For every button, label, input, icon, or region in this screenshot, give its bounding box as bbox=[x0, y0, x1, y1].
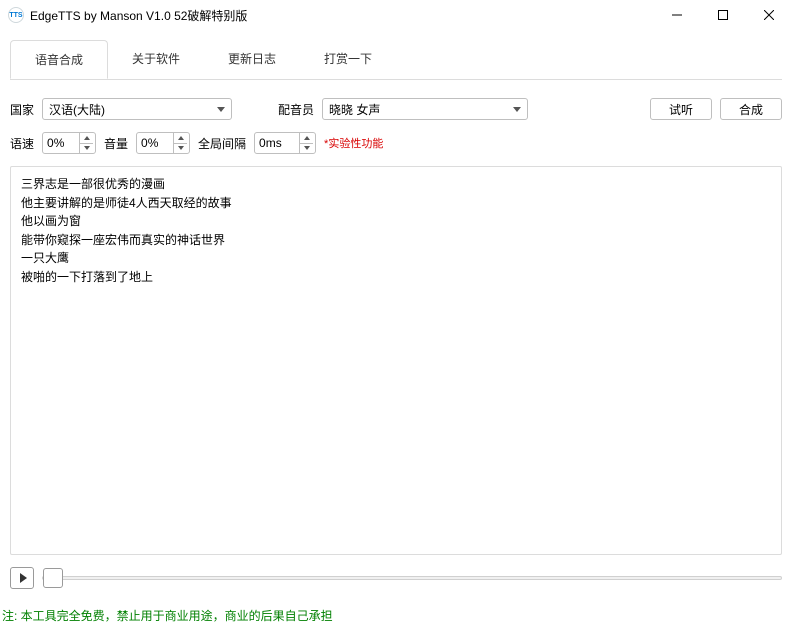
play-button[interactable] bbox=[10, 567, 34, 589]
gap-input[interactable] bbox=[255, 136, 299, 150]
progress-track[interactable] bbox=[42, 576, 782, 580]
rate-spinner[interactable] bbox=[42, 132, 96, 154]
minimize-icon bbox=[672, 10, 682, 20]
footer-label: 注: bbox=[2, 609, 17, 623]
volume-down[interactable] bbox=[174, 144, 187, 154]
volume-input[interactable] bbox=[137, 136, 173, 150]
voice-value: 晓晓 女声 bbox=[329, 101, 380, 118]
arrow-down-icon bbox=[178, 146, 184, 150]
close-button[interactable] bbox=[746, 0, 792, 30]
tab-donate[interactable]: 打赏一下 bbox=[300, 40, 396, 78]
synth-button[interactable]: 合成 bbox=[720, 98, 782, 120]
window-title: EdgeTTS by Manson V1.0 52破解特别版 bbox=[30, 7, 654, 24]
volume-spinner[interactable] bbox=[136, 132, 190, 154]
maximize-button[interactable] bbox=[700, 0, 746, 30]
tab-bar: 语音合成 关于软件 更新日志 打赏一下 bbox=[0, 30, 792, 79]
close-icon bbox=[764, 10, 774, 20]
country-value: 汉语(大陆) bbox=[49, 101, 105, 118]
rate-input[interactable] bbox=[43, 136, 79, 150]
text-input[interactable] bbox=[21, 175, 771, 546]
arrow-up-icon bbox=[84, 136, 90, 140]
gap-label: 全局间隔 bbox=[198, 135, 246, 152]
minimize-button[interactable] bbox=[654, 0, 700, 30]
arrow-down-icon bbox=[304, 146, 310, 150]
preview-button[interactable]: 试听 bbox=[650, 98, 712, 120]
player-row bbox=[10, 567, 782, 589]
volume-label: 音量 bbox=[104, 135, 128, 152]
rate-label: 语速 bbox=[10, 135, 34, 152]
arrow-up-icon bbox=[178, 136, 184, 140]
app-icon: TTS bbox=[8, 7, 24, 23]
chevron-down-icon bbox=[217, 107, 225, 112]
tab-tts[interactable]: 语音合成 bbox=[10, 40, 108, 79]
text-area-wrap bbox=[10, 166, 782, 555]
row-params: 语速 音量 全局间隔 *实验性功能 bbox=[10, 132, 782, 154]
country-select[interactable]: 汉语(大陆) bbox=[42, 98, 232, 120]
tab-content: 国家 汉语(大陆) 配音员 晓晓 女声 试听 合成 语速 音量 bbox=[10, 79, 782, 603]
rate-up[interactable] bbox=[80, 133, 93, 144]
voice-select[interactable]: 晓晓 女声 bbox=[322, 98, 528, 120]
rate-down[interactable] bbox=[80, 144, 93, 154]
chevron-down-icon bbox=[513, 107, 521, 112]
row-selects: 国家 汉语(大陆) 配音员 晓晓 女声 试听 合成 bbox=[10, 98, 782, 120]
gap-spinner[interactable] bbox=[254, 132, 316, 154]
volume-up[interactable] bbox=[174, 133, 187, 144]
gap-up[interactable] bbox=[300, 133, 313, 144]
footer-text: 本工具完全免费，禁止用于商业用途，商业的后果自己承担 bbox=[17, 609, 332, 623]
progress-thumb[interactable] bbox=[43, 568, 63, 588]
titlebar: TTS EdgeTTS by Manson V1.0 52破解特别版 bbox=[0, 0, 792, 30]
window-controls bbox=[654, 0, 792, 30]
tab-changelog[interactable]: 更新日志 bbox=[204, 40, 300, 78]
gap-down[interactable] bbox=[300, 144, 313, 154]
experimental-note: *实验性功能 bbox=[324, 135, 383, 151]
arrow-up-icon bbox=[304, 136, 310, 140]
country-label: 国家 bbox=[10, 101, 34, 118]
arrow-down-icon bbox=[84, 146, 90, 150]
play-icon bbox=[20, 573, 27, 583]
voice-label: 配音员 bbox=[278, 101, 314, 118]
maximize-icon bbox=[718, 10, 728, 20]
tab-about[interactable]: 关于软件 bbox=[108, 40, 204, 78]
footer: 注: 本工具完全免费，禁止用于商业用途，商业的后果自己承担 bbox=[0, 603, 792, 626]
